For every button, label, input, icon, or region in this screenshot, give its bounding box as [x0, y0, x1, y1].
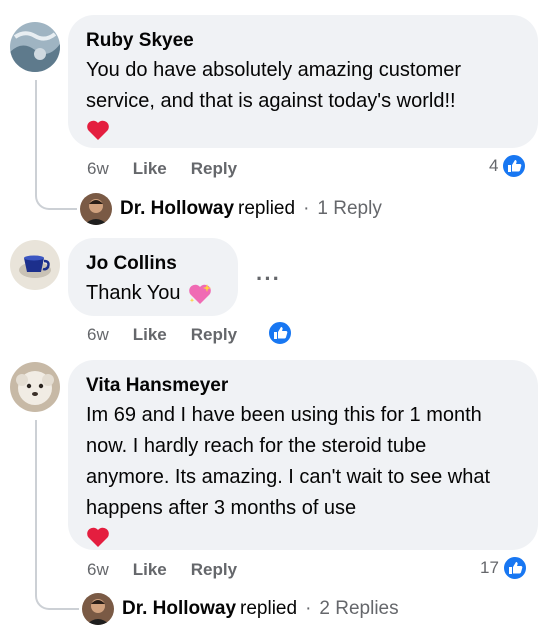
comment-text: Thank You — [86, 282, 181, 304]
like-button[interactable]: Like — [133, 325, 167, 345]
comment-bubble: Vita Hansmeyer Im 69 and I have been usi… — [68, 360, 538, 550]
replier-name: Dr. Holloway — [122, 598, 237, 619]
avatar[interactable] — [10, 22, 60, 72]
comment-author[interactable]: Vita Hansmeyer — [86, 374, 520, 398]
sparkling-heart-icon — [188, 283, 211, 304]
more-options-button[interactable]: ··· — [256, 266, 281, 292]
reaction-summary[interactable]: 4 — [489, 153, 528, 179]
replier-name: Dr. Holloway — [120, 198, 235, 219]
replier-avatar — [80, 193, 112, 225]
view-replies-link[interactable]: Dr. Holloway replied · 2 Replies — [82, 593, 399, 625]
separator-dot: · — [303, 198, 310, 219]
reply-button[interactable]: Reply — [191, 159, 237, 179]
like-reaction-icon — [501, 555, 528, 581]
comment-time[interactable]: 6w — [87, 560, 109, 580]
view-replies-link[interactable]: Dr. Holloway replied · 1 Reply — [80, 193, 382, 225]
heart-emoji-icon — [86, 526, 110, 553]
comment-actions: 6w Like Reply — [87, 159, 237, 179]
thread-connector — [35, 80, 77, 210]
like-button[interactable]: Like — [133, 159, 167, 179]
heart-emoji-icon — [86, 119, 110, 146]
replied-label: replied — [240, 598, 298, 619]
replier-avatar — [82, 593, 114, 625]
like-reaction-icon — [501, 153, 528, 179]
reply-button[interactable]: Reply — [191, 325, 237, 345]
thread-connector — [35, 420, 79, 610]
replied-label: replied — [238, 198, 296, 219]
separator-dot: · — [305, 598, 312, 619]
comment-text: Im 69 and I have been using this for 1 m… — [86, 404, 491, 519]
reaction-count: 17 — [480, 558, 499, 577]
reaction-count: 4 — [489, 156, 499, 175]
avatar[interactable] — [10, 240, 60, 290]
avatar[interactable] — [10, 362, 60, 412]
comment-author[interactable]: Jo Collins — [86, 252, 220, 276]
comment-time[interactable]: 6w — [87, 159, 109, 179]
like-reaction-icon[interactable] — [267, 320, 293, 346]
replies-count: 2 Replies — [319, 598, 399, 619]
comment-actions: 6w Like Reply — [87, 560, 237, 580]
comment-text: You do have absolutely amazing customer … — [86, 59, 462, 112]
replies-count: 1 Reply — [317, 198, 382, 219]
comment-author[interactable]: Ruby Skyee — [86, 29, 520, 53]
reply-button[interactable]: Reply — [191, 560, 237, 580]
comment-time[interactable]: 6w — [87, 325, 109, 345]
comment-bubble: Jo Collins Thank You — [68, 238, 238, 316]
like-button[interactable]: Like — [133, 560, 167, 580]
comment-bubble: Ruby Skyee You do have absolutely amazin… — [68, 15, 538, 148]
comment-actions: 6w Like Reply — [87, 325, 237, 345]
reaction-summary[interactable]: 17 — [480, 555, 528, 581]
